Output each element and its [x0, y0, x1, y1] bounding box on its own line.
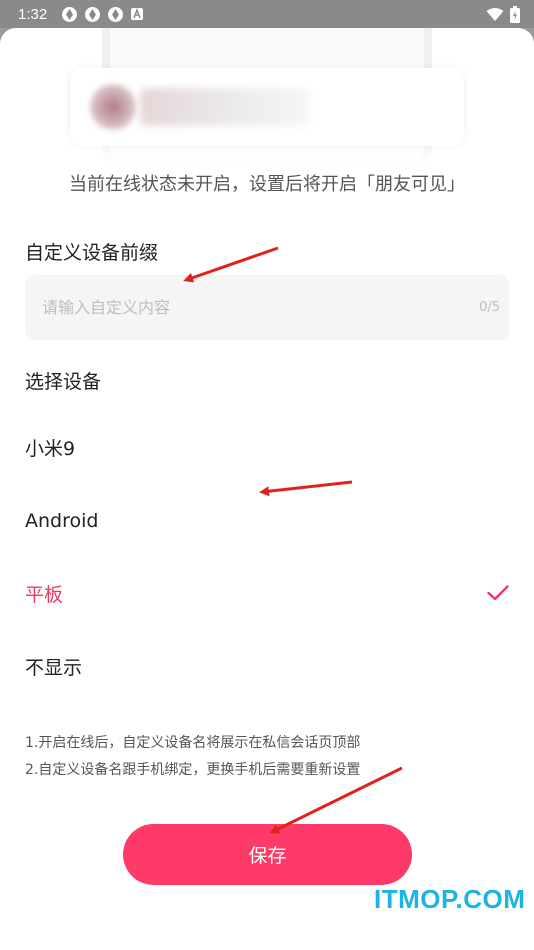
blurred-name — [140, 88, 310, 126]
device-option-android[interactable]: Android — [0, 494, 534, 548]
device-option-tablet[interactable]: 平板 — [0, 566, 534, 620]
device-option-label: 不显示 — [25, 656, 83, 679]
wifi-icon — [486, 7, 504, 21]
status-bar: 1:32 — [0, 0, 534, 28]
device-option-label: Android — [25, 510, 99, 532]
check-icon — [487, 585, 509, 601]
save-button[interactable]: 保存 — [123, 824, 412, 885]
tip-line: 2.自定义设备名跟手机绑定，更换手机后需要重新设置 — [25, 762, 361, 778]
device-option-label: 小米9 — [25, 437, 76, 460]
app-icon — [62, 6, 78, 22]
online-status-notice: 当前在线状态未开启，设置后将开启「朋友可见」 — [69, 174, 465, 195]
tip-line: 1.开启在线后，自定义设备名将展示在私信会话页顶部 — [25, 735, 361, 751]
device-section-label: 选择设备 — [25, 371, 102, 393]
prefix-label: 自定义设备前缀 — [25, 242, 159, 264]
char-counter: 0/5 — [479, 300, 500, 315]
battery-icon — [510, 5, 520, 23]
app-icon — [85, 6, 101, 22]
device-option-label: 平板 — [25, 583, 64, 606]
status-time: 1:32 — [18, 5, 48, 23]
a-icon — [131, 7, 144, 20]
app-icon — [108, 6, 124, 22]
prefix-input[interactable] — [25, 275, 509, 340]
device-option-hidden[interactable]: 不显示 — [0, 639, 534, 693]
device-option-xiaomi9[interactable]: 小米9 — [0, 420, 534, 474]
watermark: ITMOP.COM — [374, 884, 526, 914]
tips: 1.开启在线后，自定义设备名将展示在私信会话页顶部 2.自定义设备名跟手机绑定，… — [25, 730, 360, 784]
device-settings-sheet: 当前在线状态未开启，设置后将开启「朋友可见」 自定义设备前缀 0/5 选择设备 … — [0, 28, 534, 950]
